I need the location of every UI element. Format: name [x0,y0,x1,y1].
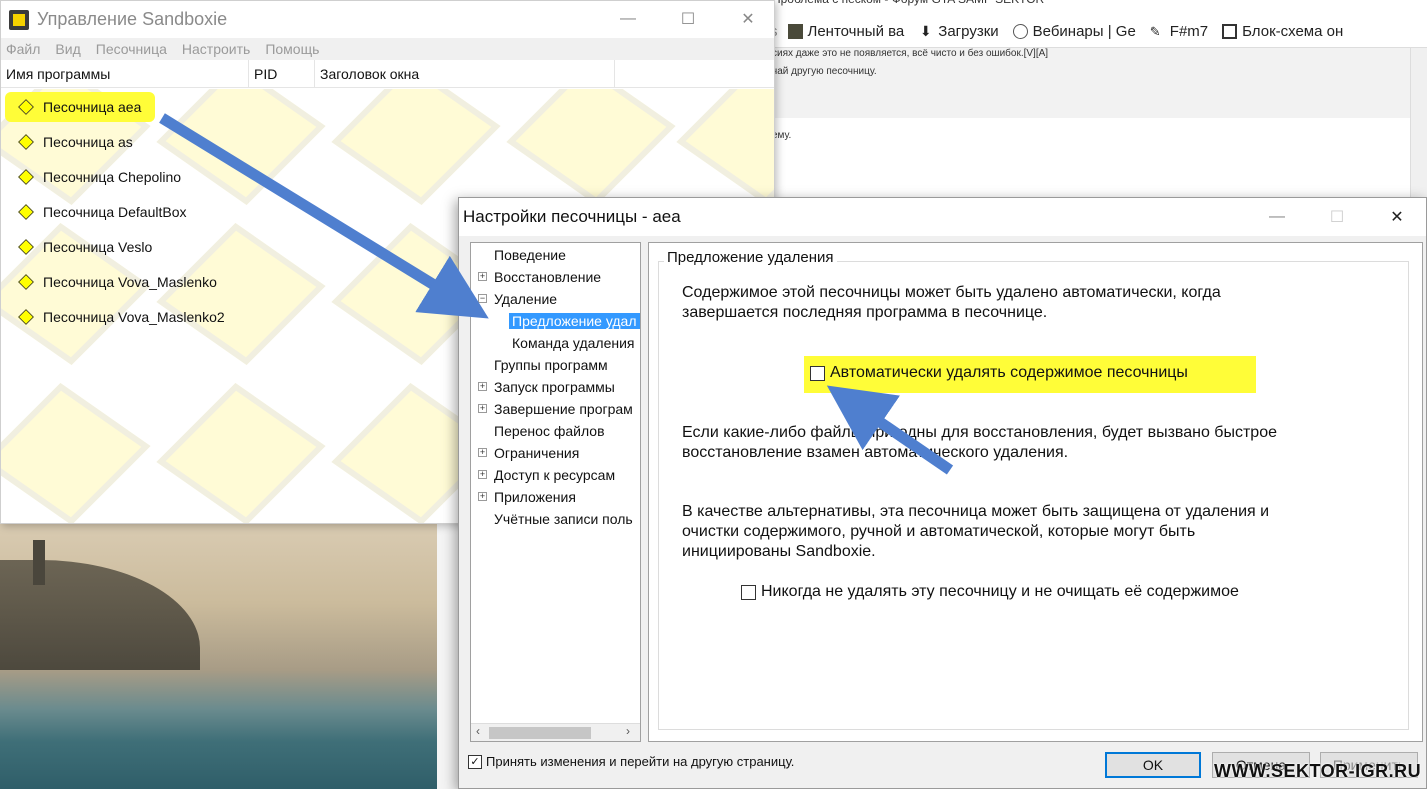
scrollbar-thumb[interactable] [489,727,591,739]
checkbox-box[interactable] [810,365,825,381]
tree-item[interactable]: Ограничения [494,443,579,463]
scroll-right-icon[interactable]: › [626,724,630,738]
tree-item[interactable]: Запуск программы [494,377,615,397]
watermark-tile [156,222,326,366]
ok-button[interactable]: OK [1105,752,1201,778]
watermark-tile [676,89,774,206]
sandbox-icon [18,169,34,185]
tree-item[interactable]: Поведение [494,245,566,265]
bookmark-item[interactable]: s Ленточный ва [770,23,904,40]
dialog-title: Настройки песочницы - aea [463,207,681,226]
menu-help[interactable]: Помощь [265,41,319,57]
minimize-icon[interactable]: — [1247,198,1307,236]
sandbox-icon [18,134,34,150]
forum-post: сиях даже это не появляется, всё чисто и… [770,48,1410,118]
wallpaper-lighthouse [33,540,45,585]
sandbox-settings-dialog: Настройки песочницы - aea — ☐ ✕ Поведени… [458,197,1427,789]
tree-item-selected[interactable]: Предложение удал [509,311,640,331]
tree-item[interactable]: Перенос файлов [494,421,605,441]
maximize-icon[interactable]: ☐ [658,1,718,37]
menu-file[interactable]: Файл [6,41,40,57]
auto-delete-checkbox[interactable]: Автоматически удалять содержимое песочни… [810,364,1188,382]
tree-item[interactable]: Приложения [494,487,576,507]
watermark-tile [506,89,676,206]
tree-item[interactable]: Удаление [494,289,557,309]
never-delete-checkbox[interactable]: Никогда не удалять эту песочницу и не оч… [741,583,1239,601]
bookmark-item[interactable]: ⬇ Загрузки [918,23,999,40]
description-text: Если какие-либо файлы пригодны для восст… [682,424,1277,461]
globe-icon [1012,24,1028,39]
tree-item[interactable]: Восстановление [494,267,601,287]
menu-view[interactable]: Вид [55,41,80,57]
sandbox-row[interactable]: Песочница Veslo [18,236,152,258]
menu-sandbox[interactable]: Песочница [96,41,167,57]
settings-panel: Предложение удаления Содержимое этой пес… [648,242,1423,742]
expand-icon[interactable]: + [478,382,487,391]
browser-page-title: Проблема с песком - Форум GTA SAMP SEKTO… [770,0,1427,10]
checkbox-box[interactable] [741,584,756,600]
expand-icon[interactable]: + [478,272,487,281]
watermark-tile [1,382,151,523]
bookmarks-bar: s Ленточный ва ⬇ Загрузки Вебинары | Ge … [770,16,1427,48]
diagram-icon [1222,24,1238,39]
accept-changes-checkbox[interactable]: ✓ Принять изменения и перейти на другую … [468,754,794,769]
site-watermark: WWW.SEKTOR-IGR.RU [1214,761,1422,781]
sandbox-row[interactable]: Песочница Chepolino [18,166,181,188]
column-window-title[interactable]: Заголовок окна [315,60,615,87]
sandbox-icon [18,239,34,255]
watermark-tile [331,89,501,206]
checkmark-icon[interactable]: ✓ [468,754,482,769]
close-icon[interactable]: ✕ [718,1,778,37]
expand-icon[interactable]: + [478,448,487,457]
group-title: Предложение удаления [664,249,837,266]
settings-tree: Поведение + Восстановление − Удаление Пр… [470,242,641,742]
description-text: В качестве альтернативы, эта песочница м… [682,503,1270,560]
bookmark-item[interactable]: Вебинары | Ge [1012,23,1136,40]
bookmark-item[interactable]: ✎ F#m7 [1150,23,1208,40]
tree-horizontal-scrollbar[interactable]: ‹ › [471,723,640,741]
sandbox-icon [18,204,34,220]
column-pid[interactable]: PID [249,60,315,87]
sandbox-row[interactable]: Песочница Vova_Maslenko2 [18,306,225,328]
expand-icon[interactable]: + [478,470,487,479]
image-icon [787,24,803,39]
column-program-name[interactable]: Имя программы [1,60,249,87]
sandbox-icon [18,99,34,115]
description-text: Содержимое этой песочницы может быть уда… [682,284,1221,321]
tree-item[interactable]: Команда удаления [512,333,635,353]
sandboxie-app-icon [9,9,29,30]
menu-bar: Файл Вид Песочница Настроить Помощь [1,38,774,60]
bookmark-item[interactable]: Блок-схема он [1222,23,1343,40]
download-icon: ⬇ [919,23,932,39]
collapse-icon[interactable]: − [478,294,487,303]
scroll-left-icon[interactable]: ‹ [476,724,480,738]
sandbox-icon [18,274,34,290]
pen-icon: ✎ [1149,24,1161,39]
delete-invoke-groupbox [658,261,1409,730]
post-text: чай другую песочницу. [772,66,877,77]
sandbox-icon [18,309,34,325]
close-icon[interactable]: ✕ [1367,198,1427,236]
sandbox-row[interactable]: Песочница as [18,131,133,153]
sandbox-row[interactable]: Песочница Vova_Maslenko [18,271,217,293]
tree-item[interactable]: Группы программ [494,355,608,375]
expand-icon[interactable]: + [478,492,487,501]
sandbox-row[interactable]: Песочница DefaultBox [18,201,187,223]
sandbox-row-aea[interactable]: Песочница aea [18,96,141,118]
maximize-icon[interactable]: ☐ [1307,198,1367,236]
dialog-window-controls: — ☐ ✕ [1247,198,1427,236]
tree-item[interactable]: Доступ к ресурсам [494,465,615,485]
watermark-tile [156,89,326,206]
post-text: сиях даже это не появляется, всё чисто и… [772,48,1049,59]
list-header: Имя программы PID Заголовок окна [1,60,774,88]
tree-item[interactable]: Учётные записи поль [494,509,633,529]
minimize-icon[interactable]: — [598,1,658,37]
expand-icon[interactable]: + [478,404,487,413]
window-title: Управление Sandboxie [37,9,228,29]
window-controls: — ☐ ✕ [598,1,778,37]
tree-item[interactable]: Завершение програм [494,399,633,419]
menu-configure[interactable]: Настроить [182,41,250,57]
watermark-tile [156,382,326,523]
